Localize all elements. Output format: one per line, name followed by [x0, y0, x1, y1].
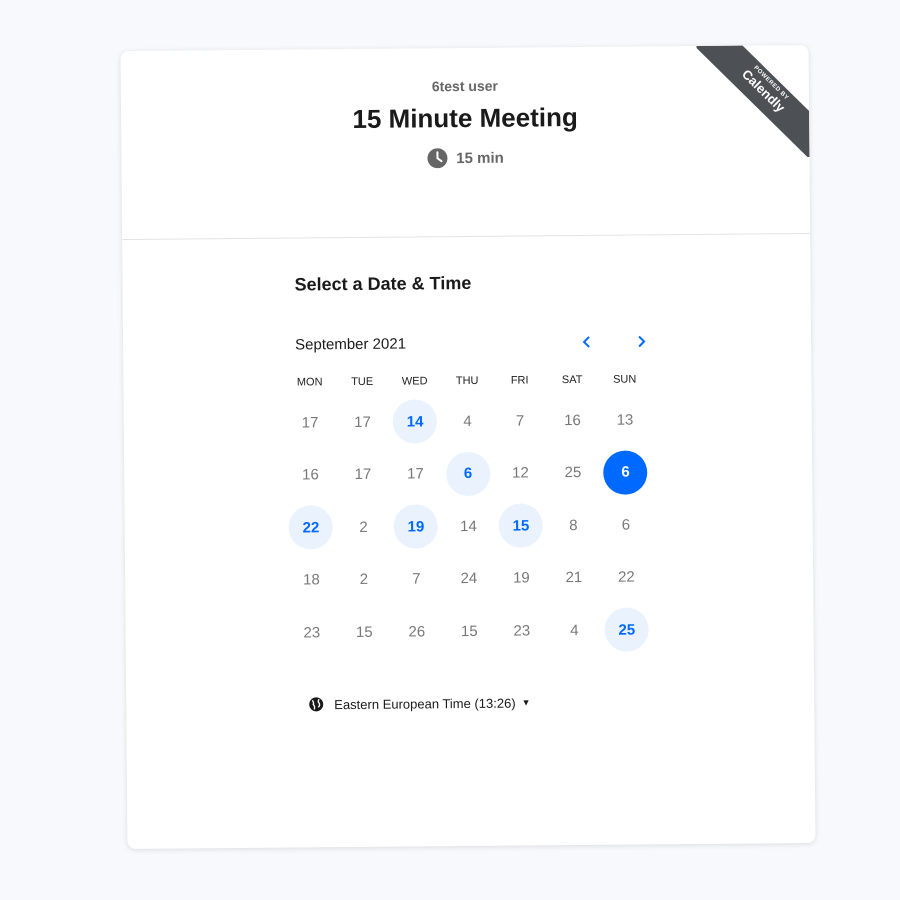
calendar-day: 19	[512, 569, 530, 587]
prev-month-button[interactable]	[575, 330, 599, 354]
calendar-day: 2	[359, 518, 368, 536]
calendar-day: 16	[564, 411, 581, 429]
caret-down-icon: ▼	[521, 697, 531, 708]
weekday-tue: TUE	[351, 375, 374, 389]
calendar-day: 21	[565, 569, 583, 587]
weekday-wed: WED	[401, 375, 428, 388]
weekday-header: MON TUE WED THU FRI SAT SUN	[283, 373, 653, 396]
calendar-day: 2	[359, 571, 369, 589]
next-month-button[interactable]	[629, 329, 653, 353]
available-day-button[interactable]: 14	[392, 399, 438, 444]
calendar-day: 12	[512, 464, 529, 482]
weekday-sun: SUN	[612, 373, 637, 386]
calendar-day: 26	[408, 623, 426, 641]
month-label: September 2021	[295, 335, 407, 354]
weekday-mon: MON	[296, 376, 323, 389]
calendar-day: 17	[301, 414, 319, 432]
weekday-sat: SAT	[561, 373, 583, 387]
available-day-button[interactable]: 22	[288, 505, 334, 550]
available-day-button[interactable]: 15	[498, 503, 544, 548]
powered-by-ribbon[interactable]: POWERED BY Calendly	[696, 45, 810, 158]
calendar-day: 15	[355, 623, 373, 641]
calendar-grid: MON TUE WED THU FRI SAT SUN 17 17 14 4 7 16 13 16 17 17…	[283, 373, 655, 659]
week-row: 23 15 26 15 23 4 25	[285, 603, 655, 659]
calendar-day: 7	[515, 412, 525, 430]
calendar-day: 4	[570, 621, 579, 639]
week-row: 22 2 19 14 15 8 6	[284, 498, 654, 554]
available-day-button[interactable]: 6	[445, 451, 491, 496]
clock-icon	[427, 148, 448, 169]
calendar-day: 18	[302, 571, 320, 589]
month-nav: September 2021	[295, 329, 646, 356]
calendar-day: 14	[460, 517, 477, 535]
calendar-day: 15	[460, 622, 478, 640]
calendar-day: 17	[354, 466, 372, 484]
selected-day-button[interactable]: 6	[603, 450, 648, 495]
calendar-day: 6	[621, 516, 631, 534]
section-title: Select a Date & Time	[294, 272, 472, 295]
weekday-thu: THU	[455, 374, 479, 388]
chevron-right-icon	[638, 335, 646, 348]
calendar-day: 22	[617, 568, 635, 586]
globe-icon	[309, 697, 324, 712]
timezone-selector[interactable]: Eastern European Time (13:26) ▼	[308, 694, 531, 712]
event-header: 6test user 15 Minute Meeting 15 min POWE…	[120, 45, 811, 241]
calendar-day: 17	[354, 413, 371, 431]
calendar-day: 4	[463, 412, 472, 430]
available-day-button[interactable]: 25	[604, 607, 650, 653]
calendar-day: 25	[564, 464, 582, 482]
duration-label: 15 min	[456, 149, 504, 167]
calendar-day: 7	[412, 570, 421, 588]
timezone-label: Eastern European Time (13:26)	[334, 695, 516, 712]
available-day-button[interactable]: 19	[393, 504, 439, 549]
calendar-day: 16	[302, 466, 319, 484]
calendar-day: 13	[616, 411, 634, 429]
calendar-day: 23	[513, 622, 531, 640]
week-row: 16 17 17 6 12 25 6	[284, 446, 654, 502]
calendar-day: 17	[407, 465, 424, 483]
calendar-weeks: 17 17 14 4 7 16 13 16 17 17 6 12 25 6 22 2 19 14 15 8 6 18 2 7 2…	[284, 393, 656, 659]
calendar-day: 8	[569, 516, 578, 534]
week-row: 17 17 14 4 7 16 13	[284, 393, 654, 449]
calendar-day: 24	[460, 570, 478, 588]
booking-card: 6test user 15 Minute Meeting 15 min POWE…	[120, 45, 816, 849]
weekday-fri: FRI	[510, 374, 529, 387]
week-row: 18 2 7 24 19 21 22	[285, 551, 655, 607]
calendar-day: 23	[303, 624, 321, 642]
chevron-left-icon	[582, 336, 590, 348]
